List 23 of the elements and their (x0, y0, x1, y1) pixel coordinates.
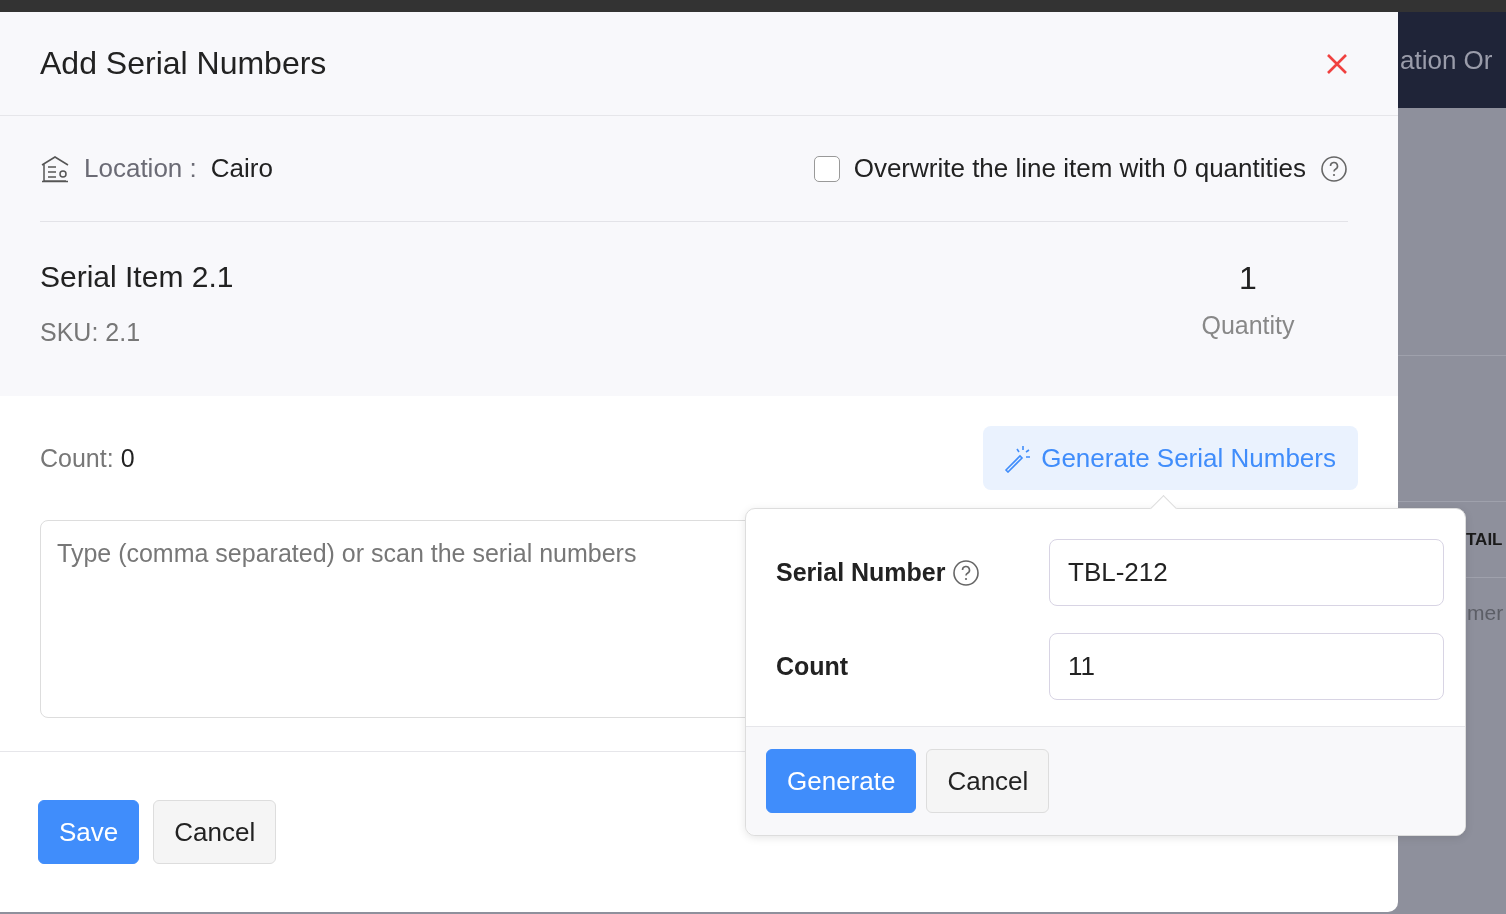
item-name: Serial Item 2.1 (40, 260, 234, 294)
quantity-value: 1 (1239, 260, 1257, 297)
field-label: Serial Number (776, 558, 946, 587)
quantity-label: Quantity (1201, 311, 1295, 340)
overwrite-label: Overwrite the line item with 0 quantities (853, 153, 1306, 184)
location-label: Location : (84, 153, 197, 184)
header-title: ation Or (1399, 44, 1493, 76)
item-sku: SKU: 2.1 (40, 318, 142, 347)
input-field[interactable]: TBL-212 (1049, 539, 1444, 606)
help-icon[interactable] (951, 558, 980, 587)
close-icon[interactable] (1326, 52, 1348, 75)
input-field[interactable]: 11 (1049, 633, 1444, 700)
location-value: Cairo (210, 153, 273, 184)
help-icon[interactable] (1320, 154, 1348, 183)
field-label: Count (776, 652, 849, 681)
warehouse-icon (40, 154, 70, 183)
count-label: Count: (40, 443, 114, 472)
cancel-button[interactable]: Cancel (153, 800, 277, 864)
dialog-title: Add Serial Numbers (40, 45, 327, 82)
column-header: TAIL (1466, 529, 1503, 550)
cancel-button[interactable]: Cancel (926, 749, 1050, 813)
count-value: 0 (120, 443, 135, 472)
overwrite-checkbox[interactable] (813, 155, 840, 182)
